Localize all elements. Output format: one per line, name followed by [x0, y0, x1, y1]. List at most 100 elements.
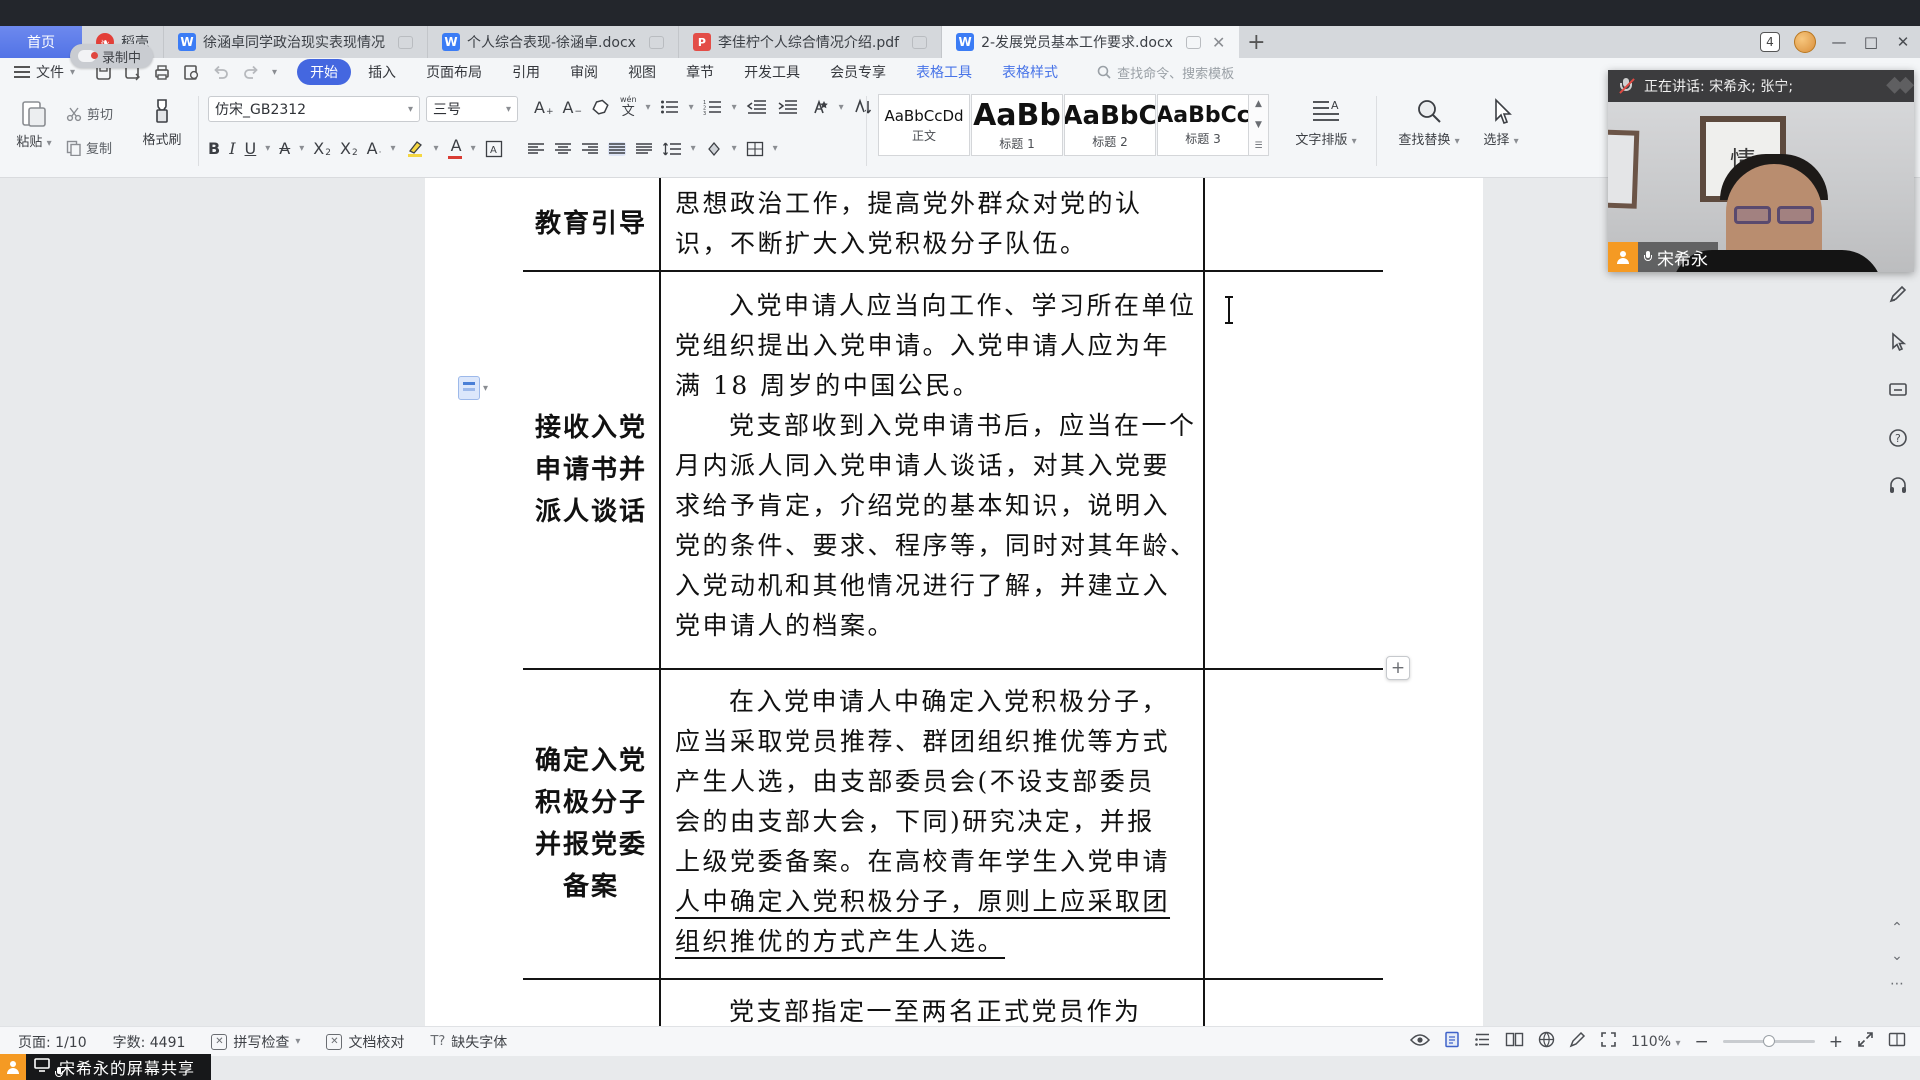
- strikethrough-button[interactable]: A: [279, 139, 290, 158]
- scrollbar-controls[interactable]: ⌃ ⌄ ⋯: [1890, 920, 1904, 992]
- table-row-header[interactable]: 确定入党 积极分子 并报党委 备案: [523, 670, 661, 978]
- tab-active-doc[interactable]: W 2-发展党员基本工作要求.docx ✕: [942, 26, 1240, 58]
- toolbar-more-icon[interactable]: ▾: [272, 67, 277, 78]
- minimize-button[interactable]: —: [1830, 33, 1848, 51]
- menu-view[interactable]: 视图: [615, 59, 669, 85]
- italic-button[interactable]: I: [229, 139, 235, 158]
- support-headset-icon[interactable]: [1884, 472, 1912, 500]
- text-typeset-button[interactable]: A 文字排版 ▾: [1288, 98, 1364, 148]
- maximize-button[interactable]: □: [1862, 33, 1880, 51]
- fullscreen-icon[interactable]: [1857, 1031, 1874, 1052]
- view-web-button[interactable]: [1538, 1031, 1555, 1052]
- menu-references[interactable]: 引用: [499, 59, 553, 85]
- format-painter-button[interactable]: 格式刷: [134, 98, 190, 148]
- paste-options-button[interactable]: ▾: [458, 376, 488, 400]
- menu-table-style[interactable]: 表格样式: [989, 59, 1071, 85]
- comment-icon[interactable]: [1185, 35, 1201, 49]
- missing-font-button[interactable]: T? 缺失字体: [430, 1032, 507, 1052]
- menu-table-tools[interactable]: 表格工具: [903, 59, 985, 85]
- sort-button[interactable]: [853, 98, 873, 116]
- character-scale-button[interactable]: A ·: [367, 139, 382, 158]
- muted-mic-icon[interactable]: [1618, 77, 1635, 95]
- annotate-pen-icon[interactable]: [1884, 280, 1912, 308]
- tab-doc-1[interactable]: W 徐涵卓同学政治现实表现情况: [164, 26, 428, 58]
- font-color-button[interactable]: A: [447, 138, 462, 159]
- undo-button[interactable]: [212, 65, 230, 80]
- command-search[interactable]: 查找命令、搜索模板: [1097, 63, 1234, 82]
- menu-home[interactable]: 开始: [297, 59, 352, 85]
- menu-dev-tools[interactable]: 开发工具: [731, 59, 813, 85]
- numbered-list-button[interactable]: 123: [703, 99, 723, 115]
- participant-video[interactable]: 情 宋希永: [1608, 102, 1914, 272]
- tab-doc-2[interactable]: W 个人综合表现-徐涵卓.docx: [428, 26, 679, 58]
- word-count[interactable]: 字数: 4491: [113, 1032, 186, 1052]
- cut-button[interactable]: 剪切: [66, 104, 113, 123]
- whiteboard-icon[interactable]: [1884, 376, 1912, 404]
- font-size-select[interactable]: 三号 ▾: [426, 96, 518, 122]
- comment-icon[interactable]: [912, 35, 928, 49]
- justify-button[interactable]: [607, 141, 626, 156]
- close-window-button[interactable]: ✕: [1894, 33, 1912, 51]
- align-center-button[interactable]: [554, 142, 572, 156]
- subscript-button[interactable]: X2: [340, 139, 358, 158]
- table-row-header[interactable]: 教育引导: [523, 178, 661, 270]
- copy-button[interactable]: 复制: [66, 138, 112, 157]
- borders-button[interactable]: [746, 141, 764, 157]
- style-heading-2[interactable]: AaBbC 标题 2: [1064, 94, 1156, 156]
- menu-member[interactable]: 会员专享: [817, 59, 899, 85]
- select-button[interactable]: 选择 ▾: [1474, 98, 1528, 148]
- page-indicator[interactable]: 页面: 1/10: [18, 1032, 87, 1052]
- find-replace-button[interactable]: 查找替换 ▾: [1390, 98, 1468, 148]
- view-outline-button[interactable]: [1474, 1032, 1491, 1051]
- zoom-slider-thumb[interactable]: [1762, 1035, 1775, 1047]
- underline-button[interactable]: U: [245, 139, 257, 158]
- zoom-out-button[interactable]: −: [1695, 1032, 1709, 1052]
- redo-button[interactable]: [242, 65, 260, 80]
- ink-pen-icon[interactable]: [1569, 1031, 1586, 1052]
- spellcheck-toggle[interactable]: ✕ 拼写检查 ▾: [211, 1032, 300, 1052]
- table-row[interactable]: 确定入党 积极分子 并报党委 备案 在入党申请人中确定入党积极分子， 应当采取党…: [523, 670, 1383, 980]
- table-row-extra-cell[interactable]: [1205, 980, 1383, 1026]
- file-menu[interactable]: 文件 ▾: [0, 62, 85, 82]
- style-normal[interactable]: AaBbCcDd 正文: [878, 94, 970, 156]
- more-options-icon[interactable]: ⋯: [1890, 976, 1904, 992]
- menu-section[interactable]: 章节: [673, 59, 727, 85]
- comment-icon[interactable]: [648, 35, 664, 49]
- pointer-icon[interactable]: [1884, 328, 1912, 356]
- document-area[interactable]: 教育引导 思想政治工作，提高党外群众对党的认 识，不断扩大入党积极分子队伍。 接…: [0, 178, 1920, 1026]
- decrease-indent-button[interactable]: [746, 99, 768, 115]
- print-preview-button[interactable]: [183, 64, 200, 81]
- line-spacing-button[interactable]: [662, 141, 682, 157]
- increase-indent-button[interactable]: [777, 99, 799, 115]
- table-row-extra-cell[interactable]: [1205, 670, 1383, 978]
- superscript-button[interactable]: X2: [313, 139, 331, 158]
- table-row-header[interactable]: 接收入党 申请书并 派人谈话: [523, 272, 661, 668]
- zoom-slider[interactable]: [1722, 1035, 1815, 1047]
- align-right-button[interactable]: [581, 142, 599, 156]
- increase-font-button[interactable]: A +: [534, 98, 554, 117]
- highlight-color-button[interactable]: [405, 140, 425, 158]
- paste-button[interactable]: 粘贴 ▾: [10, 98, 58, 150]
- table-row-extra-cell[interactable]: [1205, 272, 1383, 668]
- eye-preview-icon[interactable]: [1409, 1033, 1430, 1051]
- table-row-body[interactable]: 入党申请人应当向工作、学习所在单位 党组织提出入党申请。入党申请人应为年 满 1…: [661, 272, 1205, 668]
- meeting-panel[interactable]: 正在讲话: 宋希永; 张宁; ◆◆ 情 宋希永: [1608, 70, 1914, 272]
- scroll-down-icon[interactable]: ⌄: [1891, 948, 1903, 964]
- clear-format-button[interactable]: [591, 98, 611, 116]
- help-icon[interactable]: ?: [1884, 424, 1912, 452]
- table-row-header[interactable]: [523, 980, 661, 1026]
- menu-review[interactable]: 审阅: [557, 59, 611, 85]
- user-avatar[interactable]: [1794, 31, 1816, 53]
- table-row-body[interactable]: 思想政治工作，提高党外群众对党的认 识，不断扩大入党积极分子队伍。: [661, 178, 1205, 270]
- shading-button[interactable]: [705, 141, 723, 157]
- menu-page-layout[interactable]: 页面布局: [413, 59, 495, 85]
- proofread-toggle[interactable]: ✕ 文档校对: [326, 1032, 404, 1052]
- style-gallery-scroll[interactable]: ▲ ▼ ☰: [1249, 94, 1269, 156]
- zoom-in-button[interactable]: +: [1829, 1032, 1843, 1052]
- table-row-extra-cell[interactable]: [1205, 178, 1383, 270]
- bold-button[interactable]: B: [208, 139, 220, 158]
- table-add-row-button[interactable]: +: [1386, 656, 1410, 680]
- style-heading-1[interactable]: AaBb 标题 1: [971, 94, 1063, 156]
- decrease-font-button[interactable]: A −: [563, 98, 583, 117]
- view-page-mode-button[interactable]: [1444, 1031, 1460, 1052]
